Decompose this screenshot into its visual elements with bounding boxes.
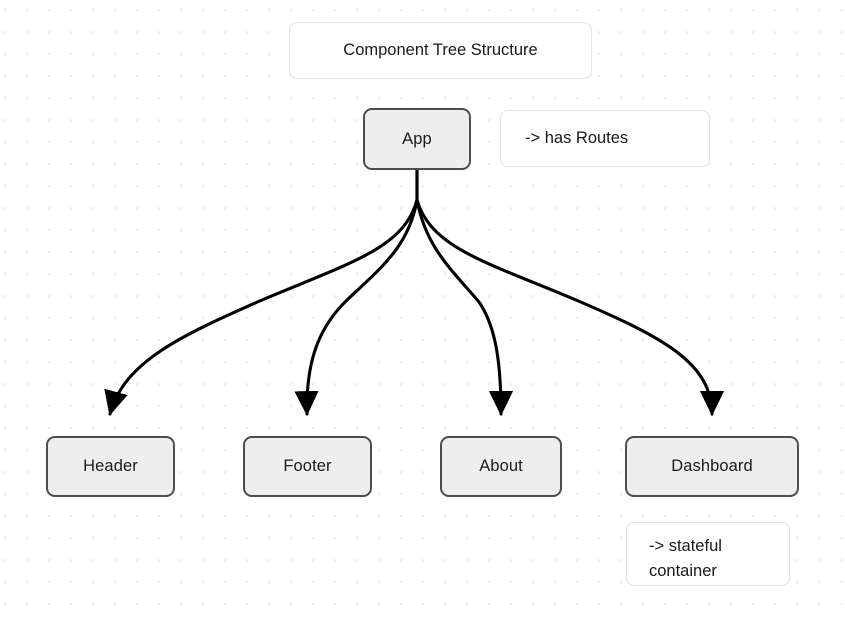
node-header-label: Header — [83, 457, 138, 475]
edge-app-to-footer — [294, 198, 419, 416]
node-about[interactable]: About — [440, 436, 562, 497]
diagram-title-text: Component Tree Structure — [343, 41, 538, 59]
node-footer[interactable]: Footer — [243, 436, 372, 497]
node-app[interactable]: App — [363, 108, 471, 170]
diagram-canvas[interactable]: Component Tree Structure App -> has Rout… — [0, 0, 845, 618]
node-about-label: About — [479, 457, 523, 475]
node-header[interactable]: Header — [46, 436, 175, 497]
node-app-label: App — [402, 129, 432, 148]
note-stateful-container[interactable]: -> stateful container — [626, 522, 790, 586]
note-stateful-container-line2: container — [649, 561, 717, 580]
edge-app-to-about — [415, 198, 514, 416]
node-dashboard-label: Dashboard — [671, 457, 753, 475]
edge-app-to-dashboard — [415, 198, 725, 416]
note-stateful-container-line1: -> stateful — [649, 537, 722, 555]
note-has-routes-text: -> has Routes — [525, 129, 629, 147]
node-dashboard[interactable]: Dashboard — [625, 436, 799, 497]
note-has-routes[interactable]: -> has Routes — [500, 110, 710, 167]
edge-app-to-header — [104, 198, 419, 416]
diagram-title-note[interactable]: Component Tree Structure — [289, 22, 592, 79]
node-footer-label: Footer — [283, 457, 332, 475]
